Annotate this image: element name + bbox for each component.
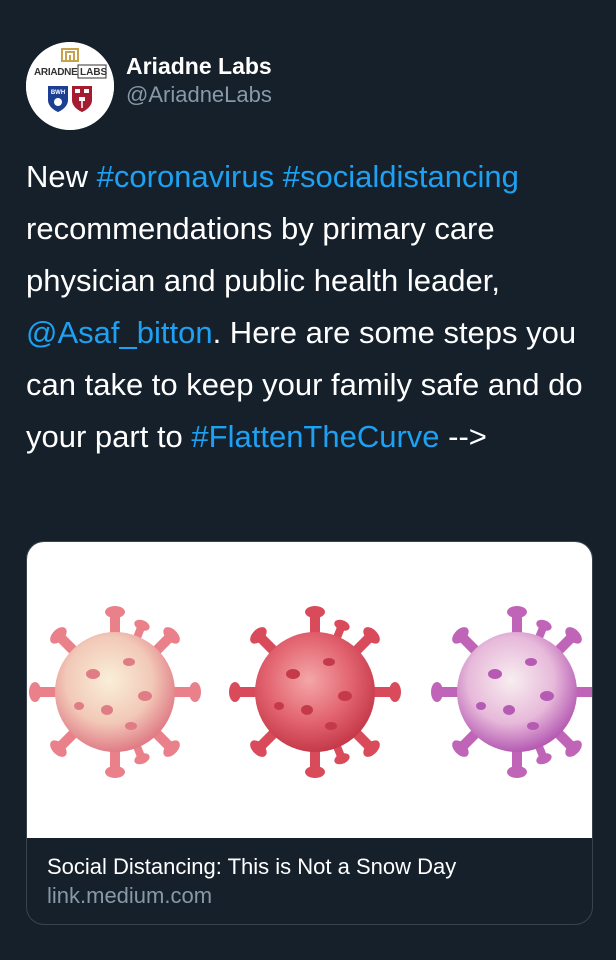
card-domain: link.medium.com bbox=[47, 883, 213, 908]
virus-illustration-icon bbox=[29, 606, 592, 778]
card-title[interactable]: Social Distancing: This is Not a Snow Da… bbox=[47, 852, 572, 882]
tweet-text-segment bbox=[274, 159, 283, 194]
tweet-text-segment: recommendations by primary care physicia… bbox=[26, 211, 500, 298]
svg-text:LABS: LABS bbox=[80, 67, 108, 78]
link-preview-card[interactable]: Social Distancing: This is Not a Snow Da… bbox=[26, 541, 593, 925]
author-handle[interactable]: @AriadneLabs bbox=[126, 81, 272, 109]
tweet-text-segment: --> bbox=[439, 419, 487, 454]
hashtag-flattenthecurve-link[interactable]: #FlattenTheCurve bbox=[191, 419, 439, 454]
hashtag-socialdistancing-link[interactable]: #socialdistancing bbox=[283, 159, 519, 194]
tweet-text: New #coronavirus #socialdistancing recom… bbox=[26, 151, 596, 463]
mention-asaf-bitton-link[interactable]: @Asaf_bitton bbox=[26, 315, 213, 350]
tweet-text-segment: New bbox=[26, 159, 97, 194]
card-image[interactable] bbox=[27, 542, 592, 838]
ariadne-labs-logo-icon: ARIADNE LABS BWH bbox=[26, 42, 114, 130]
hashtag-coronavirus-link[interactable]: #coronavirus bbox=[97, 159, 274, 194]
avatar[interactable]: ARIADNE LABS BWH bbox=[26, 42, 114, 130]
tweet-header: ARIADNE LABS BWH Ariadne Labs @AriadneLa… bbox=[26, 42, 272, 130]
svg-text:BWH: BWH bbox=[51, 90, 65, 96]
svg-text:ARIADNE: ARIADNE bbox=[34, 67, 78, 78]
author-display-name[interactable]: Ariadne Labs bbox=[126, 51, 272, 81]
card-meta: Social Distancing: This is Not a Snow Da… bbox=[27, 838, 592, 910]
